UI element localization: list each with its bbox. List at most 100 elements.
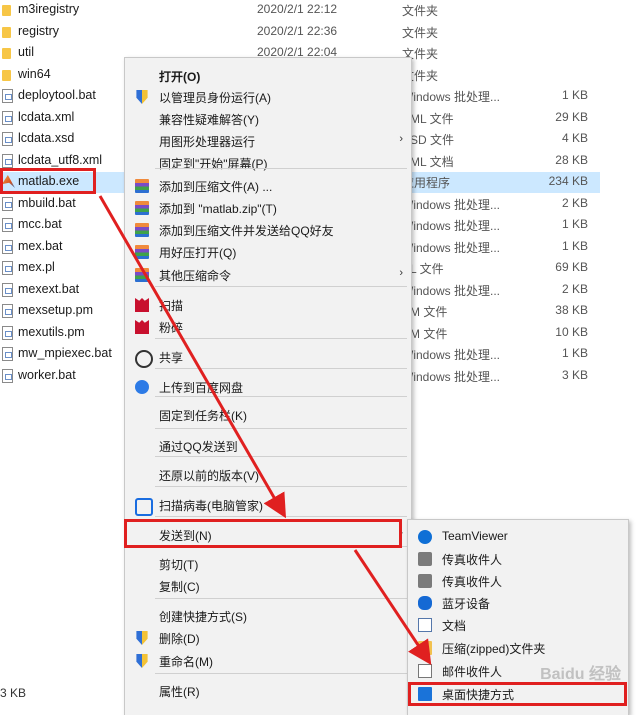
menu-separator (155, 456, 407, 457)
context-menu-item[interactable]: 添加到压缩文件并发送给QQ好友 (125, 219, 411, 241)
winrar-icon (135, 201, 149, 215)
send-to-item-label: 传真收件人 (442, 575, 503, 589)
context-menu-item-label: 添加到 "matlab.zip"(T) (159, 202, 277, 216)
watermark: Baidu 经验 (540, 666, 621, 683)
context-menu-item[interactable]: 重命名(M) (125, 650, 411, 672)
send-to-item[interactable]: 传真收件人 (408, 570, 628, 592)
context-menu-item[interactable]: 兼容性疑难解答(Y) (125, 108, 411, 130)
context-menu-item-label: 通过QQ发送到 (159, 440, 238, 454)
file-type: Windows 批处理... (402, 348, 501, 362)
context-menu-item[interactable]: 固定到"开始"屏幕(P) (125, 152, 411, 174)
file-size: 234 KB (548, 174, 588, 188)
menu-separator (155, 168, 407, 169)
context-menu-item-label: 用好压打开(Q) (159, 246, 237, 260)
file-name: lcdata.xsd (18, 131, 75, 145)
file-row[interactable]: registry 2020/2/1 22:36 文件夹 (0, 22, 600, 43)
highlight-matlab-exe (0, 168, 96, 194)
file-name: worker.bat (18, 367, 76, 382)
fax-icon (418, 574, 432, 588)
file-row[interactable]: m3iregistry 2020/2/1 22:12 文件夹 (0, 0, 600, 21)
context-menu-item[interactable]: 打开(O) (125, 65, 411, 87)
file-date: 2020/2/1 22:12 (257, 2, 338, 16)
context-menu-item[interactable]: 用好压打开(Q) (125, 241, 411, 263)
file-size: 4 KB (561, 131, 588, 145)
context-menu-item-label: 用图形处理器运行 (159, 135, 256, 149)
file-size: 10 KB (555, 324, 588, 339)
context-menu-item[interactable]: 还原以前的版本(V) (125, 464, 411, 486)
file-name: mexext.bat (18, 281, 80, 296)
xsd-file-icon (2, 132, 13, 146)
context-menu-item-label: 扫描 (159, 299, 184, 313)
file-name: mexutils.pm (18, 324, 85, 339)
context-menu-item-label: 还原以前的版本(V) (159, 469, 259, 483)
context-menu-item[interactable]: 添加到压缩文件(A) ... (125, 175, 411, 197)
context-menu-item[interactable]: 属性(R) (125, 680, 411, 702)
file-name: mcc.bat (18, 217, 62, 231)
file-size: 1 KB (561, 88, 588, 102)
file-name: deploytool.bat (18, 88, 96, 102)
send-to-item-label: 邮件收件人 (442, 665, 503, 679)
file-name: m3iregistry (18, 2, 80, 16)
context-menu-item-label: 扫描病毒(电脑管家) (159, 499, 263, 513)
send-to-item[interactable]: 蓝牙设备 (408, 592, 628, 614)
context-menu-item-label: 共享 (159, 351, 184, 365)
context-menu-item[interactable]: 固定到任务栏(K) (125, 404, 411, 426)
teamviewer-icon (418, 530, 432, 544)
context-menu-item[interactable]: 删除(D) (125, 627, 411, 649)
file-name: mex.pl (18, 260, 55, 274)
context-menu-item[interactable]: 扫描病毒(电脑管家) (125, 494, 411, 516)
baidu-cloud-icon (135, 380, 149, 394)
file-size: 38 KB (555, 303, 588, 317)
context-menu-item-label: 属性(R) (159, 685, 200, 699)
context-menu-item-label: 添加到压缩文件(A) ... (159, 180, 273, 194)
xml-file-icon (2, 153, 13, 168)
menu-separator (155, 673, 407, 674)
context-menu-item[interactable]: 粉碎 (125, 316, 411, 338)
context-menu-item[interactable]: 以管理员身份运行(A) (125, 86, 411, 108)
context-menu-item[interactable]: 其他压缩命令 › (125, 264, 411, 286)
chevron-right-icon: › (399, 267, 403, 279)
context-menu-item[interactable]: 上传到百度网盘 (125, 376, 411, 398)
context-menu-item-label: 重命名(M) (159, 655, 213, 669)
context-menu-item[interactable]: 添加到 "matlab.zip"(T) (125, 197, 411, 219)
context-menu-item[interactable]: 剪切(T) (125, 553, 411, 575)
file-type: Windows 批处理... (402, 283, 501, 298)
context-menu-item[interactable]: 通过QQ发送到 (125, 435, 411, 457)
send-to-item[interactable]: 压缩(zipped)文件夹 (408, 637, 628, 659)
send-to-item[interactable]: TeamViewer (408, 526, 628, 548)
file-type: Windows 批处理... (402, 369, 501, 384)
file-type: 文件夹 (402, 25, 439, 40)
batch-file-icon (2, 347, 13, 361)
send-to-item[interactable]: 传真收件人 (408, 548, 628, 570)
context-menu-item[interactable]: 创建快捷方式(S) (125, 605, 411, 627)
send-to-item[interactable]: 文档 (408, 614, 628, 636)
file-type: Windows 批处理... (402, 90, 501, 104)
file-name: registry (18, 23, 59, 38)
status-bar-size: 3 KB (0, 686, 27, 700)
context-menu-item-label: 固定到"开始"屏幕(P) (159, 157, 268, 171)
menu-separator (155, 486, 407, 487)
highlight-desktop-shortcut (408, 682, 627, 706)
bluetooth-icon (418, 596, 432, 610)
winrar-icon (135, 268, 149, 282)
highlight-send-to (124, 519, 402, 548)
batch-file-icon (2, 239, 13, 254)
context-menu-item[interactable]: 扫描 (125, 294, 411, 316)
menu-separator (155, 338, 407, 339)
context-menu-item[interactable]: 用图形处理器运行 › (125, 130, 411, 152)
context-menu: 打开(O) 以管理员身份运行(A) 兼容性疑难解答(Y) 用图形处理器运行 › 固定到"开… (124, 57, 412, 715)
mail-icon (418, 664, 432, 678)
batch-file-icon (2, 282, 13, 297)
file-name: win64 (18, 66, 51, 81)
context-menu-item-label: 上传到百度网盘 (159, 381, 244, 395)
uac-shield-icon (136, 654, 148, 668)
context-menu-item[interactable]: 复制(C) (125, 575, 411, 597)
xml-file-icon (2, 110, 13, 125)
send-to-item-label: 文档 (442, 619, 467, 633)
context-menu-item[interactable]: 共享 (125, 346, 411, 368)
context-menu-item-label: 以管理员身份运行(A) (159, 91, 271, 105)
batch-file-icon (2, 196, 13, 211)
file-size: 2 KB (561, 195, 588, 210)
context-menu-item-label: 删除(D) (159, 632, 200, 646)
chevron-right-icon: › (399, 133, 403, 145)
